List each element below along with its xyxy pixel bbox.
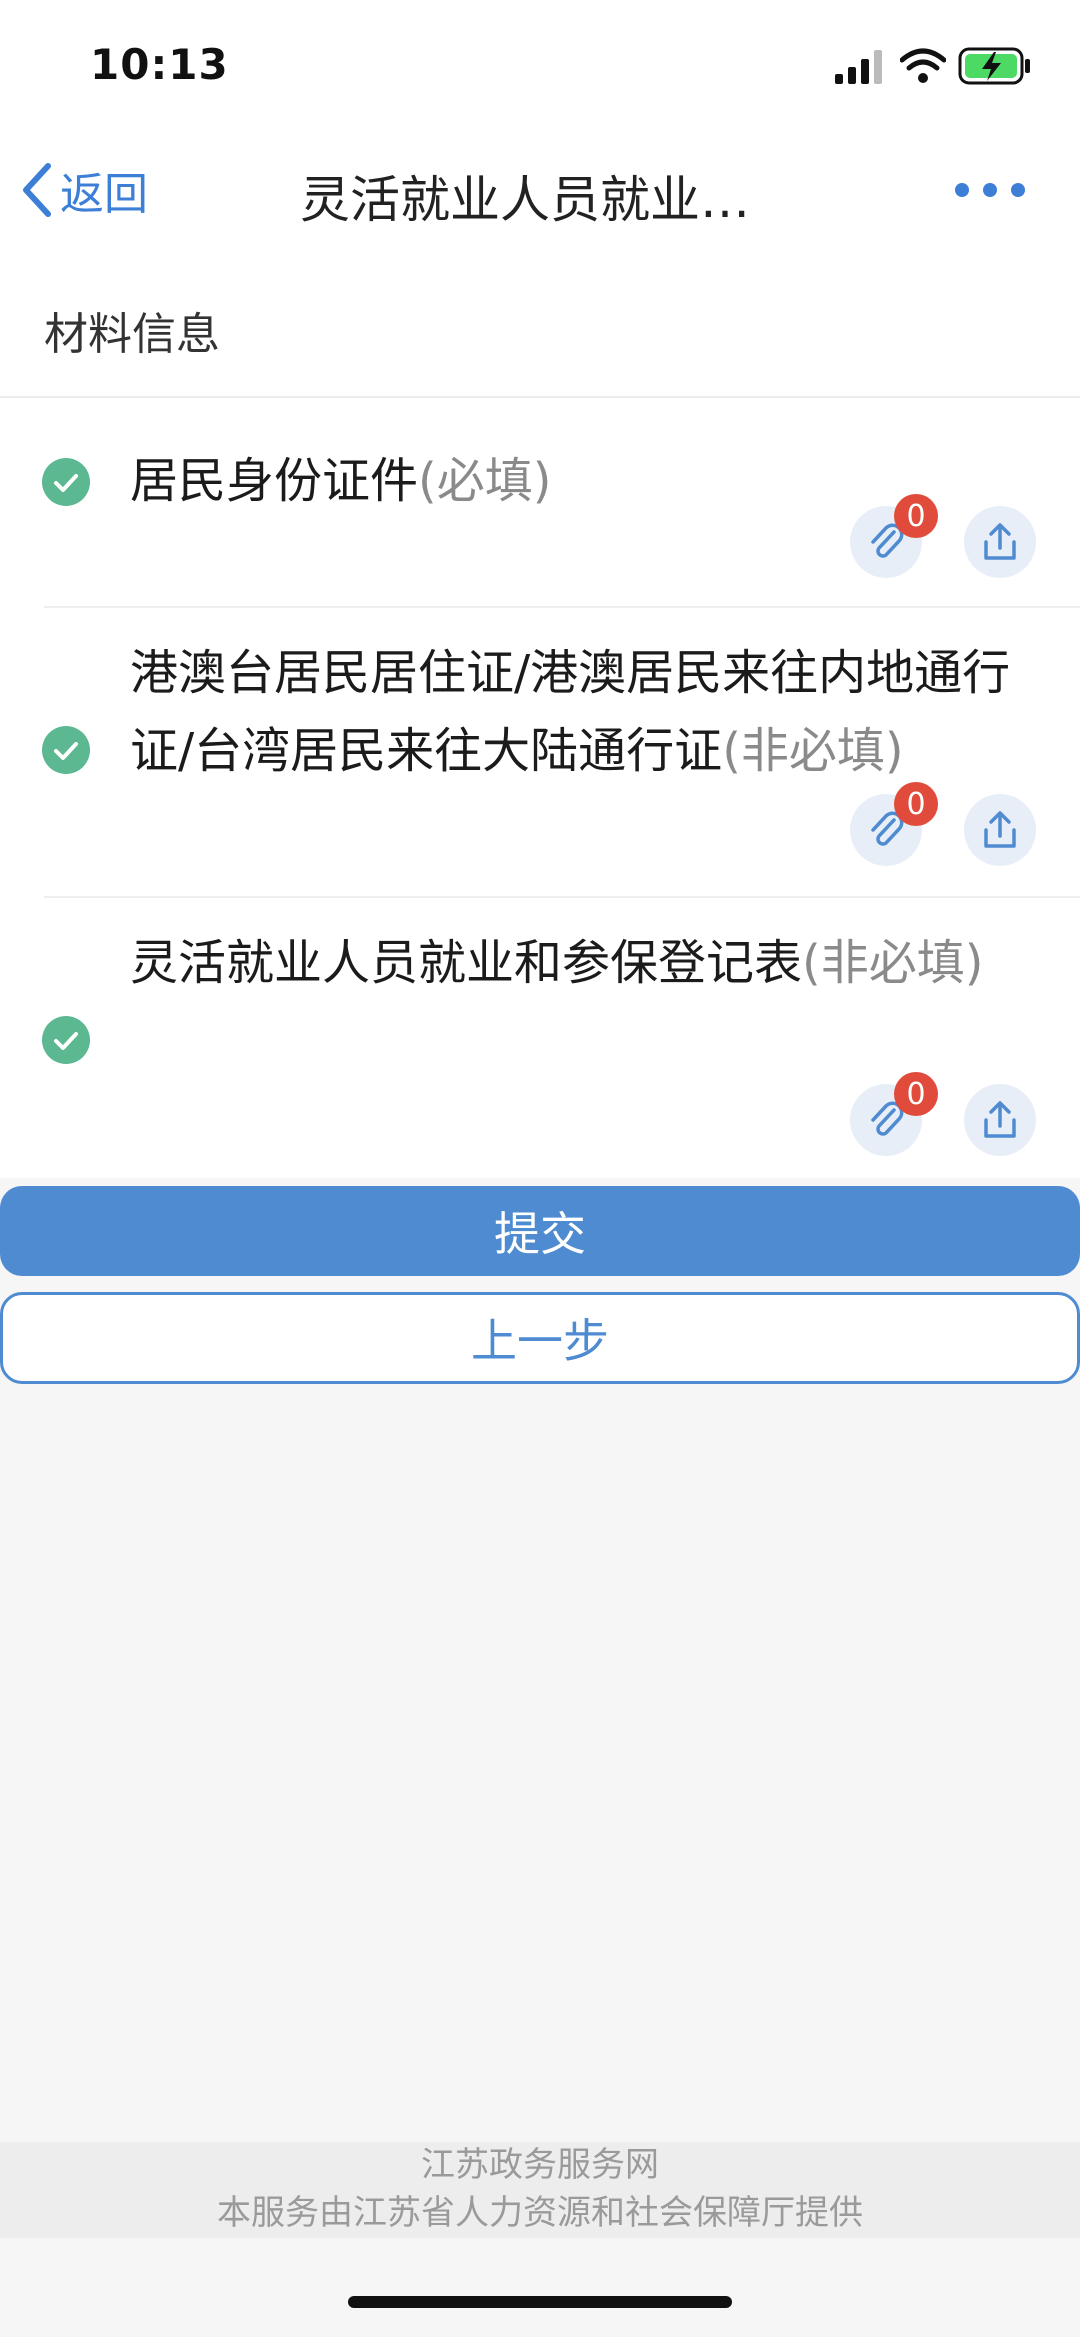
required-label: (非必填) [802, 935, 984, 991]
material-item: 灵活就业人员就业和参保登记表(非必填) 0 [0, 898, 1080, 1178]
back-button[interactable]: 返回 [20, 152, 148, 228]
footer: 江苏政务服务网 本服务由江苏省人力资源和社会保障厅提供 [0, 2142, 1080, 2238]
more-dots-icon[interactable] [950, 170, 1030, 210]
attachment-count-badge: 0 [894, 494, 938, 538]
material-name: 灵活就业人员就业和参保登记表(非必填) [130, 924, 990, 1002]
nav-bar: 返回 灵活就业人员就业… [0, 130, 1080, 250]
submit-button[interactable]: 提交 [0, 1186, 1080, 1276]
upload-button[interactable] [964, 1084, 1036, 1156]
upload-button[interactable] [964, 506, 1036, 578]
back-label: 返回 [60, 169, 148, 220]
section-title: 材料信息 [44, 309, 220, 360]
attachment-count-badge: 0 [894, 782, 938, 826]
material-item: 居民身份证件(必填) 0 [0, 398, 1080, 608]
footer-provider: 本服务由江苏省人力资源和社会保障厅提供 [217, 2193, 863, 2233]
material-item: 港澳台居民居住证/港澳居民来往内地通行证/台湾居民来往大陆通行证(非必填) 0 [0, 608, 1080, 898]
material-list: 居民身份证件(必填) 0 港澳台居民居住证/港澳居民来往内地通行证/台湾居民来往… [0, 398, 1080, 1178]
status-bar: 10:13 [0, 0, 1080, 130]
upload-button[interactable] [964, 794, 1036, 866]
page-title: 灵活就业人员就业… [300, 171, 750, 229]
material-name: 港澳台居民居住证/港澳居民来往内地通行证/台湾居民来往大陆通行证(非必填) [130, 634, 1030, 790]
check-circle-icon [42, 458, 90, 506]
wifi-icon [900, 48, 946, 83]
home-indicator[interactable] [348, 2296, 732, 2308]
check-circle-icon [42, 1016, 90, 1064]
status-time: 10:13 [90, 40, 229, 89]
upload-icon [984, 1101, 1016, 1138]
attachment-count-badge: 0 [894, 1072, 938, 1116]
signal-icon [835, 50, 882, 84]
footer-site-name: 江苏政务服务网 [421, 2145, 659, 2185]
required-label: (非必填) [722, 723, 904, 779]
upload-icon [984, 523, 1016, 560]
chevron-left-icon [23, 163, 51, 217]
required-label: (必填) [418, 453, 552, 509]
battery-charging-icon [958, 47, 1030, 85]
material-title: 居民身份证件 [130, 453, 419, 509]
upload-icon [984, 811, 1016, 848]
material-title: 灵活就业人员就业和参保登记表 [130, 935, 803, 991]
section-header: 材料信息 [0, 250, 1080, 398]
previous-step-button[interactable]: 上一步 [0, 1292, 1080, 1384]
check-circle-icon [42, 726, 90, 774]
